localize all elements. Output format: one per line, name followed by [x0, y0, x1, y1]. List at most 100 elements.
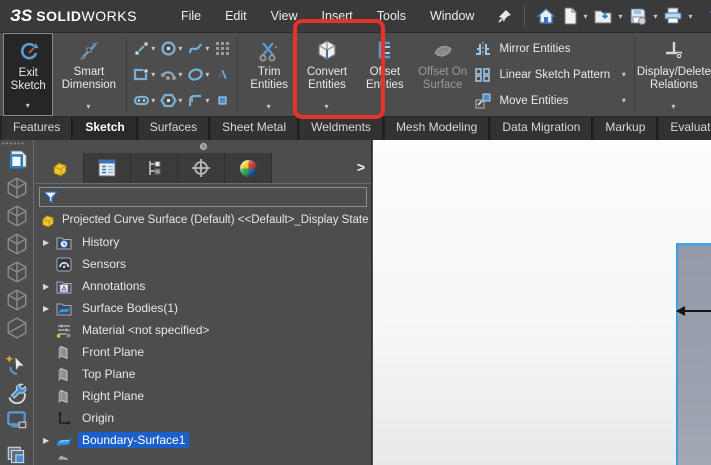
expand-arrow-icon[interactable]: ▶	[43, 436, 55, 445]
tree-item-top-plane[interactable]: Top Plane	[35, 363, 371, 385]
view-cube-icon[interactable]	[5, 204, 29, 228]
open-icon[interactable]	[590, 5, 616, 27]
tree-item-boundary-surface1[interactable]: ▶ Boundary-Surface1	[35, 429, 371, 451]
tab-sheet-metal[interactable]: Sheet Metal	[211, 117, 299, 140]
tab-surfaces[interactable]: Surfaces	[138, 117, 210, 140]
spline-tool[interactable]: ▾	[187, 36, 212, 62]
line-tool[interactable]: ▾	[133, 36, 158, 62]
tab-sketch[interactable]: Sketch	[74, 117, 137, 140]
panel-splitter-handle[interactable]	[35, 140, 371, 153]
pattern-tool[interactable]	[214, 36, 231, 62]
part-surface[interactable]	[676, 243, 711, 465]
view-cube-icon[interactable]	[5, 260, 29, 284]
arc-tool[interactable]: ▾	[160, 62, 185, 88]
convert-entities-button[interactable]: Convert Entities ▾	[298, 33, 356, 116]
tab-features[interactable]: Features	[2, 117, 73, 140]
expand-arrow-icon[interactable]: ▶	[43, 304, 55, 313]
tree-filter-input[interactable]	[59, 191, 366, 203]
featuremanager-design-tree-tab[interactable]	[37, 153, 84, 183]
dropdown-arrow[interactable]: ▾	[653, 12, 657, 21]
view-cube-icon[interactable]	[5, 232, 29, 256]
tree-item-label: Surface Bodies(1)	[82, 301, 179, 315]
save-icon[interactable]	[625, 5, 651, 27]
dropdown-arrow[interactable]: ▾	[267, 100, 271, 113]
tree-filter-box[interactable]	[39, 187, 367, 207]
display-delete-relations-label: Display/Delete Relations	[636, 66, 711, 91]
dimxpertmanager-tab[interactable]	[178, 153, 225, 183]
tree-item-front-plane[interactable]: Front Plane	[35, 341, 371, 363]
linear-sketch-pattern-button[interactable]: Linear Sketch Pattern ▾	[472, 62, 632, 88]
new-document-icon[interactable]	[559, 5, 581, 27]
tree-item-origin[interactable]: Origin	[35, 407, 371, 429]
dropdown-arrow[interactable]: ▾	[618, 12, 622, 21]
exit-sketch-button[interactable]: Exit Sketch ▾	[3, 33, 54, 116]
polygon-tool[interactable]: ▾	[160, 88, 185, 114]
solidworks-logo: ЗS SOLID WORKS	[10, 6, 137, 25]
dropdown-arrow[interactable]: ▾	[688, 12, 692, 21]
ellipse-tool[interactable]: ▾	[187, 62, 212, 88]
tree-item-clipped[interactable]	[35, 451, 371, 460]
print-icon[interactable]	[660, 5, 686, 27]
sensors-icon	[55, 257, 72, 272]
tree-item-right-plane[interactable]: Right Plane	[35, 385, 371, 407]
dropdown-arrow[interactable]: ▾	[622, 70, 626, 79]
mirror-entities-icon	[472, 41, 494, 57]
dropdown-arrow[interactable]: ▾	[583, 12, 587, 21]
tree-item-material[interactable]: Material <not specified>	[35, 319, 371, 341]
view-cube-icon[interactable]	[5, 176, 29, 200]
menu-tools[interactable]: Tools	[365, 5, 418, 27]
tab-mesh-modeling[interactable]: Mesh Modeling	[384, 117, 490, 140]
tab-weldments[interactable]: Weldments	[300, 117, 383, 140]
point-tool[interactable]	[214, 88, 231, 114]
dropdown-arrow[interactable]: ▾	[622, 96, 626, 105]
pin-icon[interactable]	[494, 6, 516, 26]
dropdown-arrow[interactable]: ▾	[26, 99, 30, 112]
trim-entities-button[interactable]: Trim Entities ▾	[240, 33, 298, 116]
menu-edit[interactable]: Edit	[213, 5, 259, 27]
line-icon	[134, 41, 149, 56]
expand-arrow-icon[interactable]: ▶	[43, 282, 55, 291]
feature-tree: ▶ History Sensors ▶ A Annotations ▶ Surf…	[35, 231, 371, 460]
tree-item-history[interactable]: ▶ History	[35, 231, 371, 253]
tree-item-sensors[interactable]: Sensors	[35, 253, 371, 275]
tab-markup[interactable]: Markup	[594, 117, 658, 140]
menu-window[interactable]: Window	[418, 5, 486, 27]
normal-to-view-icon[interactable]	[4, 146, 30, 172]
fillet-tool[interactable]: ▾	[187, 88, 212, 114]
propertymanager-tab[interactable]	[84, 153, 131, 183]
rectangle-tool[interactable]: ▾	[133, 62, 158, 88]
configurationmanager-tab[interactable]	[131, 153, 178, 183]
offset-entities-button[interactable]: Offset Entities	[356, 33, 414, 116]
menu-insert[interactable]: Insert	[310, 5, 365, 27]
dropdown-arrow[interactable]: ▾	[324, 100, 328, 113]
expand-arrow-icon[interactable]: ▶	[43, 238, 55, 247]
menu-file[interactable]: File	[169, 5, 213, 27]
toolbar-grip[interactable]: ••••••	[2, 139, 25, 148]
graphics-viewport[interactable]	[373, 140, 711, 465]
viewport-settings-icon[interactable]	[5, 408, 29, 432]
layers-icon[interactable]	[5, 444, 29, 465]
menu-view[interactable]: View	[259, 5, 310, 27]
text-tool[interactable]: A	[214, 62, 231, 88]
home-icon[interactable]	[533, 5, 559, 27]
display-delete-relations-button[interactable]: Display/Delete Relations ▾	[637, 33, 711, 116]
tree-item-annotations[interactable]: ▶ A Annotations	[35, 275, 371, 297]
slot-tool[interactable]: ▾	[133, 88, 158, 114]
sketch-settings-icon[interactable]	[5, 380, 29, 404]
select-tool-icon[interactable]	[4, 352, 29, 376]
undo-icon[interactable]	[696, 5, 711, 27]
dropdown-arrow[interactable]: ▾	[86, 100, 90, 113]
view-cube-icon[interactable]	[5, 288, 29, 312]
section-view-icon[interactable]	[5, 316, 29, 340]
tab-data-migration[interactable]: Data Migration	[491, 117, 593, 140]
tab-evaluate[interactable]: Evaluate	[659, 117, 711, 140]
mirror-entities-button[interactable]: Mirror Entities	[472, 36, 632, 62]
tree-root-item[interactable]: Projected Curve Surface (Default) <<Defa…	[35, 209, 371, 231]
move-entities-button[interactable]: Move Entities ▾	[472, 88, 632, 114]
tree-item-surface-bodies[interactable]: ▶ Surface Bodies(1)	[35, 297, 371, 319]
dropdown-arrow[interactable]: ▾	[671, 100, 675, 113]
circle-tool[interactable]: ▾	[160, 36, 185, 62]
collapse-panel-arrow[interactable]: >	[357, 159, 365, 175]
smart-dimension-button[interactable]: Smart Dimension ▾	[53, 33, 124, 116]
displaymanager-tab[interactable]	[225, 153, 272, 183]
